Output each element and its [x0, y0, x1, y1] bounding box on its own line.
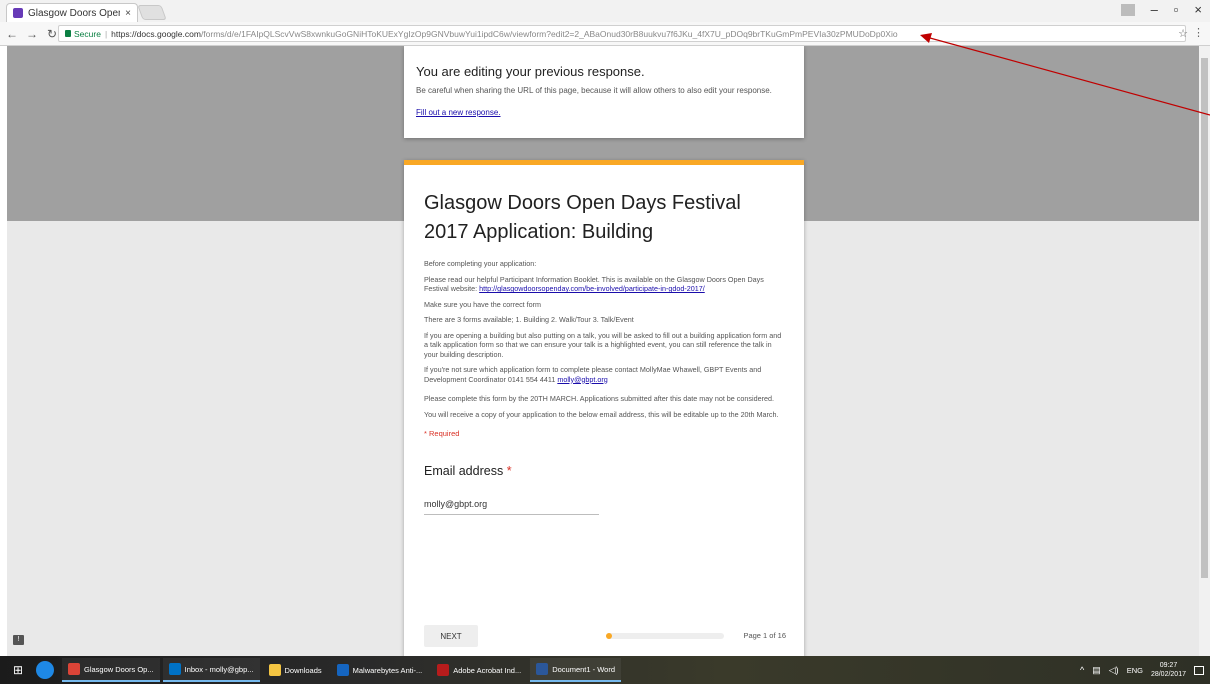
- festival-website-link[interactable]: http://glasgowdoorsopenday.com/be-involv…: [479, 284, 705, 293]
- bookmark-star-icon[interactable]: ☆: [1178, 27, 1188, 40]
- desc-talk-note: If you are opening a building but also p…: [424, 330, 782, 359]
- browser-menu-icon[interactable]: ⋮: [1193, 26, 1204, 39]
- url-host: https://docs.google.com: [111, 28, 201, 39]
- network-icon[interactable]: ▤: [1092, 665, 1101, 676]
- desc-deadline: Please complete this form by the 20TH MA…: [424, 394, 774, 403]
- taskbar-app-word[interactable]: Document1 - Word: [530, 658, 622, 682]
- form-footer: NEXT Page 1 of 16: [424, 625, 786, 647]
- email-field[interactable]: [424, 499, 599, 515]
- page-indicator: Page 1 of 16: [743, 631, 786, 640]
- edge-browser-icon[interactable]: [36, 661, 54, 679]
- show-hidden-icons-icon[interactable]: ^: [1080, 665, 1084, 675]
- taskbar-app-label: Malwarebytes Anti-...: [352, 665, 423, 675]
- tab-title: Glasgow Doors Open Da: [28, 7, 120, 19]
- word-icon: [536, 663, 549, 675]
- tab-close-icon[interactable]: ×: [125, 8, 131, 19]
- desc-contact: If you're not sure which application for…: [424, 365, 784, 384]
- taskbar-app-acrobat[interactable]: Adobe Acrobat Ind...: [431, 658, 527, 682]
- volume-icon[interactable]: ◁): [1109, 665, 1119, 676]
- back-arrow-icon[interactable]: ←: [4, 27, 20, 41]
- form-card: Glasgow Doors Open Days Festival 2017 Ap…: [404, 160, 804, 656]
- action-center-icon[interactable]: [1194, 665, 1204, 675]
- vertical-scrollbar[interactable]: [1199, 46, 1210, 656]
- close-window-button[interactable]: ×: [1194, 2, 1202, 17]
- secure-label: Secure: [74, 28, 101, 39]
- language-indicator[interactable]: ENG: [1127, 666, 1143, 675]
- taskbar-app-malwarebytes[interactable]: Malwarebytes Anti-...: [331, 658, 429, 682]
- system-tray: ^ ▤ ◁) ENG 09:27 28/02/2017: [1080, 656, 1204, 684]
- url-path: /forms/d/e/1FAIpQLScvVwS8xwnkuGoGNiHToKU…: [200, 28, 898, 39]
- separator: |: [104, 28, 108, 39]
- email-field-label: Email address *: [424, 464, 784, 478]
- scrollbar-thumb[interactable]: [1201, 58, 1208, 578]
- profile-icon[interactable]: [1120, 3, 1135, 16]
- notice-body: Be careful when sharing the URL of this …: [416, 86, 772, 95]
- desc-correct-form: Make sure you have the correct form: [424, 299, 542, 309]
- form-description: Before completing your application: Plea…: [424, 259, 784, 419]
- restore-button[interactable]: ▫: [1174, 2, 1179, 17]
- desc-intro: Before completing your application:: [424, 259, 537, 268]
- browser-tab[interactable]: Glasgow Doors Open Da ×: [6, 3, 138, 22]
- progress-indicator: [606, 633, 612, 639]
- taskbar-app-explorer[interactable]: Downloads: [263, 658, 328, 682]
- folder-icon: [268, 664, 281, 676]
- required-asterisk: *: [506, 464, 512, 478]
- form-title: Glasgow Doors Open Days Festival 2017 Ap…: [424, 192, 741, 243]
- acrobat-icon: [437, 664, 450, 676]
- clock-date: 28/02/2017: [1150, 671, 1186, 678]
- taskbar-app-outlook[interactable]: Inbox - molly@gbp...: [162, 658, 260, 682]
- taskbar-app-label: Glasgow Doors Op...: [84, 664, 154, 674]
- taskbar-app-label: Inbox - molly@gbp...: [184, 664, 254, 674]
- progress-bar: [606, 633, 724, 639]
- taskbar-app-label: Document1 - Word: [552, 664, 616, 674]
- tab-strip: Glasgow Doors Open Da × – ▫ ×: [0, 0, 1210, 22]
- lock-icon: [65, 30, 71, 37]
- desc-copy-note: You will receive a copy of your applicat…: [424, 409, 779, 419]
- windows-taskbar: ⊞ Glasgow Doors Op... Inbox - molly@gbp.…: [0, 656, 1210, 684]
- forward-arrow-icon[interactable]: →: [24, 27, 40, 41]
- contact-email-link[interactable]: molly@gbpt.org: [557, 375, 607, 384]
- new-tab-button[interactable]: [137, 5, 167, 20]
- desc-forms-available: There are 3 forms available; 1. Building…: [424, 315, 634, 324]
- windows-start-icon[interactable]: ⊞: [0, 656, 36, 684]
- minimize-button[interactable]: –: [1151, 2, 1158, 17]
- window-controls: – ▫ ×: [1120, 2, 1202, 17]
- required-note: * Required: [424, 429, 460, 438]
- notice-title: You are editing your previous response.: [416, 64, 645, 79]
- chrome-icon: [68, 663, 80, 675]
- address-bar[interactable]: Secure | https://docs.google.com /forms/…: [58, 25, 1186, 42]
- taskbar-app-chrome[interactable]: Glasgow Doors Op...: [62, 658, 160, 682]
- malwarebytes-icon: [336, 664, 349, 676]
- clock-time: 09:27: [1159, 662, 1178, 669]
- google-forms-favicon-icon: [13, 8, 23, 18]
- page-viewport: You are editing your previous response. …: [7, 46, 1199, 656]
- email-label-text: Email address: [424, 464, 504, 478]
- feedback-icon[interactable]: !: [13, 635, 24, 645]
- clock[interactable]: 09:27 28/02/2017: [1151, 661, 1186, 679]
- next-button[interactable]: NEXT: [424, 625, 478, 647]
- edit-notice-card: You are editing your previous response. …: [404, 46, 804, 138]
- taskbar-app-label: Adobe Acrobat Ind...: [453, 665, 522, 675]
- new-response-link[interactable]: Fill out a new response.: [416, 108, 501, 117]
- outlook-icon: [168, 663, 181, 675]
- taskbar-app-label: Downloads: [284, 665, 322, 675]
- desc-booklet: Please read our helpful Participant Info…: [424, 275, 784, 294]
- browser-toolbar: ← → ↻ Secure | https://docs.google.com /…: [0, 22, 1210, 46]
- left-gutter: [0, 46, 7, 656]
